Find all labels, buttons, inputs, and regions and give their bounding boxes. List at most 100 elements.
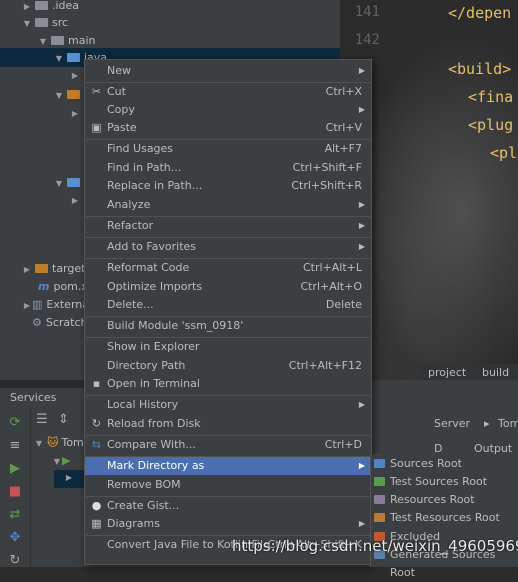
tree-item-collapsed[interactable]: ▶ xyxy=(70,104,80,122)
tree-item-label: main xyxy=(68,34,96,47)
menu-item-delete[interactable]: Delete... Delete xyxy=(85,296,371,314)
submenu-item-resources-root[interactable]: Resources Root xyxy=(371,491,518,509)
services-selected-row[interactable]: ▶ xyxy=(54,470,84,488)
collapse-arrow-icon[interactable]: ▼ xyxy=(54,50,64,68)
collapse-arrow-icon[interactable]: ▼ xyxy=(52,457,62,466)
menu-item-label: Diagrams xyxy=(107,517,160,530)
run-icon[interactable]: ▶ xyxy=(8,462,22,476)
tree-item-idea[interactable]: ▶ .idea xyxy=(22,0,79,15)
services-tree-item[interactable]: ▼ 🐱 Tom xyxy=(34,436,84,449)
submenu-item-test-resources-root[interactable]: Test Resources Root xyxy=(371,509,518,527)
menu-item-build-module[interactable]: Build Module 'ssm_0918' xyxy=(85,317,371,335)
menu-item-replace-in-path[interactable]: Replace in Path... Ctrl+Shift+R xyxy=(85,177,371,195)
code-line: <fina xyxy=(468,88,514,106)
tree-item-collapsed[interactable]: ▶ xyxy=(70,66,80,84)
breadcrumb-item[interactable]: build xyxy=(482,366,509,379)
expand-arrow-icon[interactable]: ▶ xyxy=(64,473,74,482)
menu-item-optimize-imports[interactable]: Optimize Imports Ctrl+Alt+O xyxy=(85,278,371,296)
menu-item-label: Remove BOM xyxy=(107,478,181,491)
deploy-icon[interactable]: ⇄ xyxy=(8,508,22,522)
tab-tomcat[interactable]: Tom xyxy=(498,417,518,430)
menu-shortcut: Ctrl+Alt+O xyxy=(300,280,362,293)
menu-item-find-in-path[interactable]: Find in Path... Ctrl+Shift+F xyxy=(85,159,371,177)
menu-item-label: Local History xyxy=(107,398,179,411)
menu-item-cut[interactable]: ✂ Cut Ctrl+X xyxy=(85,83,371,101)
breadcrumb-item[interactable]: project xyxy=(428,366,466,379)
services-toolbar: ⟳ ≡ ▶ ■ ⇄ ✥ ↻ xyxy=(0,408,31,568)
resources-root-icon xyxy=(374,495,385,504)
tree-item-target[interactable]: ▶ target xyxy=(22,260,86,279)
menu-shortcut: Ctrl+X xyxy=(325,85,362,98)
expand-arrow-icon[interactable]: ▶ xyxy=(22,297,32,315)
refresh-icon[interactable]: ⟳ xyxy=(8,416,22,430)
scissors-icon: ✂ xyxy=(91,85,102,98)
stop-icon[interactable]: ■ xyxy=(8,485,22,499)
tree-item-collapsed[interactable]: ▶ xyxy=(70,191,80,209)
expand-arrow-icon[interactable]: ▶ xyxy=(70,67,80,85)
submenu-arrow-icon: ▶ xyxy=(358,461,365,470)
menu-item-remove-bom[interactable]: Remove BOM xyxy=(85,476,371,494)
tree-item-resources[interactable]: ▼ xyxy=(54,86,84,104)
menu-item-reload-from-disk[interactable]: ↻ Reload from Disk xyxy=(85,415,371,433)
menu-item-analyze[interactable]: Analyze ▶ xyxy=(85,196,371,214)
menu-item-open-in-terminal[interactable]: ▪ Open in Terminal xyxy=(85,375,371,393)
menu-item-new[interactable]: New ▶ xyxy=(85,62,371,80)
menu-item-create-gist[interactable]: ● Create Gist... xyxy=(85,497,371,515)
line-number: 142 xyxy=(354,32,380,48)
services-tree-item[interactable]: ▼ ▶ xyxy=(52,454,71,467)
library-icon: ▥ xyxy=(32,298,43,311)
diagram-icon: ▦ xyxy=(91,517,102,530)
tree-item-label: pom.x xyxy=(53,280,88,293)
collapse-arrow-icon[interactable]: ▼ xyxy=(54,175,64,193)
terminal-icon: ▪ xyxy=(92,377,101,390)
menu-item-add-to-favorites[interactable]: Add to Favorites ▶ xyxy=(85,238,371,256)
menu-item-refactor[interactable]: Refactor ▶ xyxy=(85,217,371,235)
menu-item-mark-directory-as[interactable]: Mark Directory as ▶ xyxy=(85,457,371,475)
debug-icon[interactable]: ✥ xyxy=(8,531,22,545)
submenu-arrow-icon: ▶ xyxy=(358,66,365,75)
tree-item-label: target xyxy=(52,262,86,275)
submenu-arrow-icon: ▶ xyxy=(358,200,365,209)
menu-item-show-in-explorer[interactable]: Show in Explorer xyxy=(85,338,371,356)
submenu-item-test-sources-root[interactable]: Test Sources Root xyxy=(371,473,518,491)
submenu-arrow-icon: ▶ xyxy=(358,519,365,528)
menu-item-label: Compare With... xyxy=(107,438,196,451)
submenu-item-label: Sources Root xyxy=(390,457,462,470)
menu-item-paste[interactable]: ▣ Paste Ctrl+V xyxy=(85,119,371,137)
collapse-arrow-icon[interactable]: ▼ xyxy=(38,33,48,51)
menu-item-local-history[interactable]: Local History ▶ xyxy=(85,396,371,414)
submenu-item-label: Resources Root xyxy=(390,493,475,506)
menu-item-label: Find in Path... xyxy=(107,161,182,174)
sources-root-icon xyxy=(374,459,385,468)
services-item-label: Tom xyxy=(61,436,84,449)
tree-item-test[interactable]: ▼ xyxy=(54,174,84,192)
group-icon[interactable]: ⇕ xyxy=(58,412,69,427)
expand-arrow-icon[interactable]: ▶ xyxy=(22,261,32,279)
menu-item-directory-path[interactable]: Directory Path Ctrl+Alt+F12 xyxy=(85,357,371,375)
expand-all-icon[interactable]: ≡ xyxy=(8,439,22,453)
submenu-arrow-icon: ▶ xyxy=(358,400,365,409)
menu-item-copy[interactable]: Copy ▶ xyxy=(85,101,371,119)
menu-item-label: Delete... xyxy=(107,298,154,311)
collapse-arrow-icon[interactable]: ▼ xyxy=(34,439,44,448)
collapse-arrow-icon[interactable]: ▼ xyxy=(54,87,64,105)
collapse-arrow-icon[interactable]: ▼ xyxy=(22,15,32,33)
tree-item-label: src xyxy=(52,16,69,29)
tree-item-pom[interactable]: m pom.x xyxy=(38,278,88,296)
collapse-all-icon[interactable]: ☰ xyxy=(36,412,48,427)
expand-arrow-icon[interactable]: ▶ xyxy=(70,192,80,210)
tree-item-main[interactable]: ▼ main xyxy=(38,32,96,51)
tree-item-label: .idea xyxy=(52,0,80,12)
menu-item-label: Replace in Path... xyxy=(107,179,203,192)
expand-arrow-icon[interactable]: ▶ xyxy=(70,105,80,123)
menu-item-diagrams[interactable]: ▦ Diagrams ▶ xyxy=(85,515,371,533)
tree-item-src[interactable]: ▼ src xyxy=(22,14,68,32)
tab-server[interactable]: Server xyxy=(434,417,470,430)
menu-item-compare-with[interactable]: ⇆ Compare With... Ctrl+D xyxy=(85,436,371,454)
submenu-item-sources-root[interactable]: Sources Root xyxy=(371,455,518,473)
submenu-arrow-icon: ▶ xyxy=(358,105,365,114)
menu-item-reformat-code[interactable]: Reformat Code Ctrl+Alt+L xyxy=(85,259,371,277)
tomcat-log-icon: ▸ xyxy=(484,417,490,430)
menu-item-find-usages[interactable]: Find Usages Alt+F7 xyxy=(85,140,371,158)
restart-icon[interactable]: ↻ xyxy=(8,554,22,568)
